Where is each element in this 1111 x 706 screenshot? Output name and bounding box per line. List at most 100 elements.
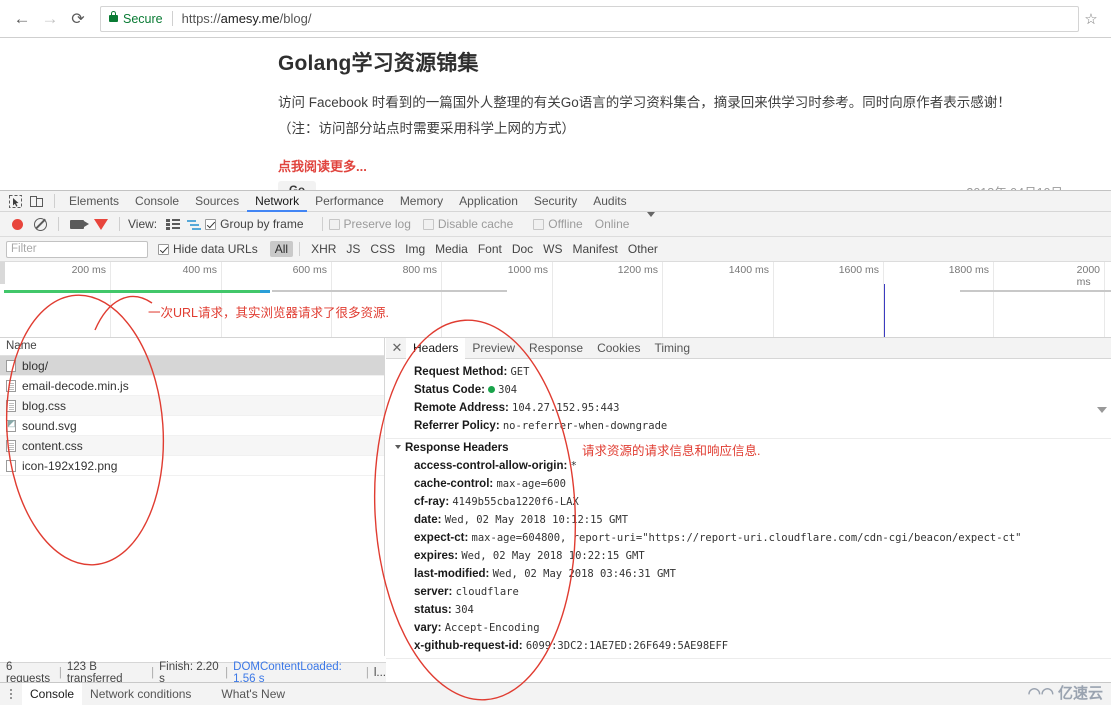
tab-sources[interactable]: Sources <box>187 191 247 211</box>
request-headers-section[interactable]: Request Headers <box>386 658 1111 659</box>
timeline-annotation: 一次URL请求，其实浏览器请求了很多资源. <box>148 306 389 320</box>
offline-label: Offline <box>548 217 583 231</box>
header-row: cache-control: max-age=600 <box>386 475 1111 493</box>
network-overview[interactable]: 200 ms 400 ms 600 ms 800 ms 1000 ms 1200… <box>0 262 1111 338</box>
drawer-tab-whats-new[interactable]: What's New <box>213 683 293 705</box>
header-row: Remote Address: 104.27.152.95:443 <box>386 399 1111 417</box>
ruler-tick: 600 ms <box>292 264 327 276</box>
capture-screenshots-button[interactable] <box>65 219 89 229</box>
finish-time: Finish: 2.20 s <box>159 660 219 685</box>
request-count: 6 requests <box>6 660 51 685</box>
detail-tab-cookies[interactable]: Cookies <box>590 338 647 358</box>
header-row: expect-ct: max-age=604800, report-uri="h… <box>386 529 1111 547</box>
tab-console[interactable]: Console <box>127 191 187 211</box>
hide-data-urls-label: Hide data URLs <box>173 242 258 256</box>
disable-cache-label: Disable cache <box>437 217 514 231</box>
requests-column-header[interactable]: Name <box>0 338 384 356</box>
filter-type-all[interactable]: All <box>269 241 294 257</box>
preserve-log-checkbox[interactable]: Preserve log <box>328 217 411 231</box>
table-row[interactable]: blog.css <box>0 396 384 416</box>
filter-type-ws[interactable]: WS <box>538 241 567 257</box>
filter-type-media[interactable]: Media <box>430 241 473 257</box>
header-row: vary: Accept-Encoding <box>386 619 1111 637</box>
response-headers-section[interactable]: Response Headers <box>386 438 1111 457</box>
read-more-link[interactable]: 点我阅读更多... <box>278 156 1061 175</box>
preserve-log-label: Preserve log <box>343 217 411 231</box>
table-row[interactable]: sound.svg <box>0 416 384 436</box>
header-value: Wed, 02 May 2018 03:46:31 GMT <box>492 568 676 580</box>
post-paragraph-2: （注：访问部分站点时需要采用科学上网的方式） <box>278 121 575 136</box>
table-row[interactable]: email-decode.min.js <box>0 376 384 396</box>
filter-type-img[interactable]: Img <box>400 241 430 257</box>
status-separator: | <box>151 666 155 679</box>
filter-type-xhr[interactable]: XHR <box>306 241 341 257</box>
tab-elements[interactable]: Elements <box>61 191 127 211</box>
list-view-button[interactable] <box>163 218 183 230</box>
kebab-menu-icon[interactable] <box>0 689 22 699</box>
filter-type-css[interactable]: CSS <box>365 241 400 257</box>
tab-audits[interactable]: Audits <box>585 191 634 211</box>
header-row: x-github-request-id: 6099:3DC2:1AE7ED:26… <box>386 637 1111 655</box>
device-toolbar-icon[interactable] <box>26 192 48 211</box>
details-tabbar: ✕ Headers Preview Response Cookies Timin… <box>386 337 1111 359</box>
filter-type-doc[interactable]: Doc <box>507 241 538 257</box>
header-row: server: cloudflare <box>386 583 1111 601</box>
inspect-element-icon[interactable] <box>4 192 26 211</box>
network-toolbar: View: Group by frame Preserve log Disabl… <box>0 212 1111 237</box>
offline-checkbox[interactable]: Offline <box>533 217 583 231</box>
status-separator: | <box>225 666 229 679</box>
disable-cache-checkbox[interactable]: Disable cache <box>422 217 514 231</box>
drawer-tab-console[interactable]: Console <box>22 683 83 705</box>
tab-memory[interactable]: Memory <box>392 191 451 211</box>
header-value: no-referrer-when-downgrade <box>502 420 668 432</box>
filter-toggle-button[interactable] <box>89 218 113 230</box>
clear-button[interactable] <box>28 217 52 231</box>
tab-network[interactable]: Network <box>247 191 308 212</box>
record-button[interactable] <box>6 218 28 230</box>
star-icon[interactable]: ☆ <box>1079 10 1103 28</box>
chevron-down-icon[interactable] <box>1097 407 1107 413</box>
toolbar-divider-2 <box>119 217 120 231</box>
header-key: Remote Address: <box>414 402 509 414</box>
tab-security[interactable]: Security <box>526 191 585 211</box>
filter-input[interactable] <box>6 240 148 258</box>
address-bar[interactable]: Secure https://amesy.me/blog/ <box>100 5 1079 32</box>
browser-toolbar: ← → ⟳ Secure https://amesy.me/blog/ ☆ <box>0 0 1111 38</box>
tab-application[interactable]: Application <box>451 191 526 211</box>
header-key: last-modified: <box>414 568 490 580</box>
reload-icon[interactable]: ⟳ <box>64 5 92 33</box>
detail-tab-preview[interactable]: Preview <box>465 338 522 358</box>
detail-tab-headers[interactable]: Headers <box>406 337 466 359</box>
toolbar-more-button[interactable] <box>647 212 656 231</box>
filter-type-manifest[interactable]: Manifest <box>568 241 623 257</box>
detail-tab-timing[interactable]: Timing <box>647 338 697 358</box>
filter-type-other[interactable]: Other <box>623 241 663 257</box>
table-row[interactable]: icon-192x192.png <box>0 456 384 476</box>
filter-type-font[interactable]: Font <box>473 241 507 257</box>
header-row: status: 304 <box>386 601 1111 619</box>
checkbox-icon <box>328 218 340 230</box>
network-filterbar: Hide data URLs All XHR JS CSS Img Media … <box>0 237 1111 262</box>
filter-type-js[interactable]: JS <box>341 241 365 257</box>
ruler-tick: 1600 ms <box>838 264 879 276</box>
toolbar-divider-3 <box>321 217 323 231</box>
header-value: 4149b55cba1220f6-LAX <box>452 496 579 508</box>
group-by-frame-checkbox[interactable]: Group by frame <box>205 217 304 231</box>
list-view-icon <box>166 218 181 230</box>
group-by-frame-label: Group by frame <box>220 217 304 231</box>
script-icon <box>6 379 16 392</box>
drawer-tab-network-conditions[interactable]: Network conditions <box>82 683 199 705</box>
devtools-tabbar: Elements Console Sources Network Perform… <box>0 191 1111 212</box>
throttling-select[interactable]: Online <box>595 217 630 231</box>
hide-data-urls-checkbox[interactable]: Hide data URLs <box>158 242 258 256</box>
clear-icon <box>33 217 47 231</box>
ruler-tick: 800 ms <box>402 264 437 276</box>
close-icon[interactable]: ✕ <box>388 340 406 356</box>
detail-tab-response[interactable]: Response <box>522 338 590 358</box>
waterfall-view-button[interactable] <box>183 219 205 230</box>
back-icon[interactable]: ← <box>8 5 36 33</box>
table-row[interactable]: content.css <box>0 436 384 456</box>
lock-icon <box>109 11 118 22</box>
table-row[interactable]: blog/ <box>0 356 384 376</box>
tab-performance[interactable]: Performance <box>307 191 392 211</box>
